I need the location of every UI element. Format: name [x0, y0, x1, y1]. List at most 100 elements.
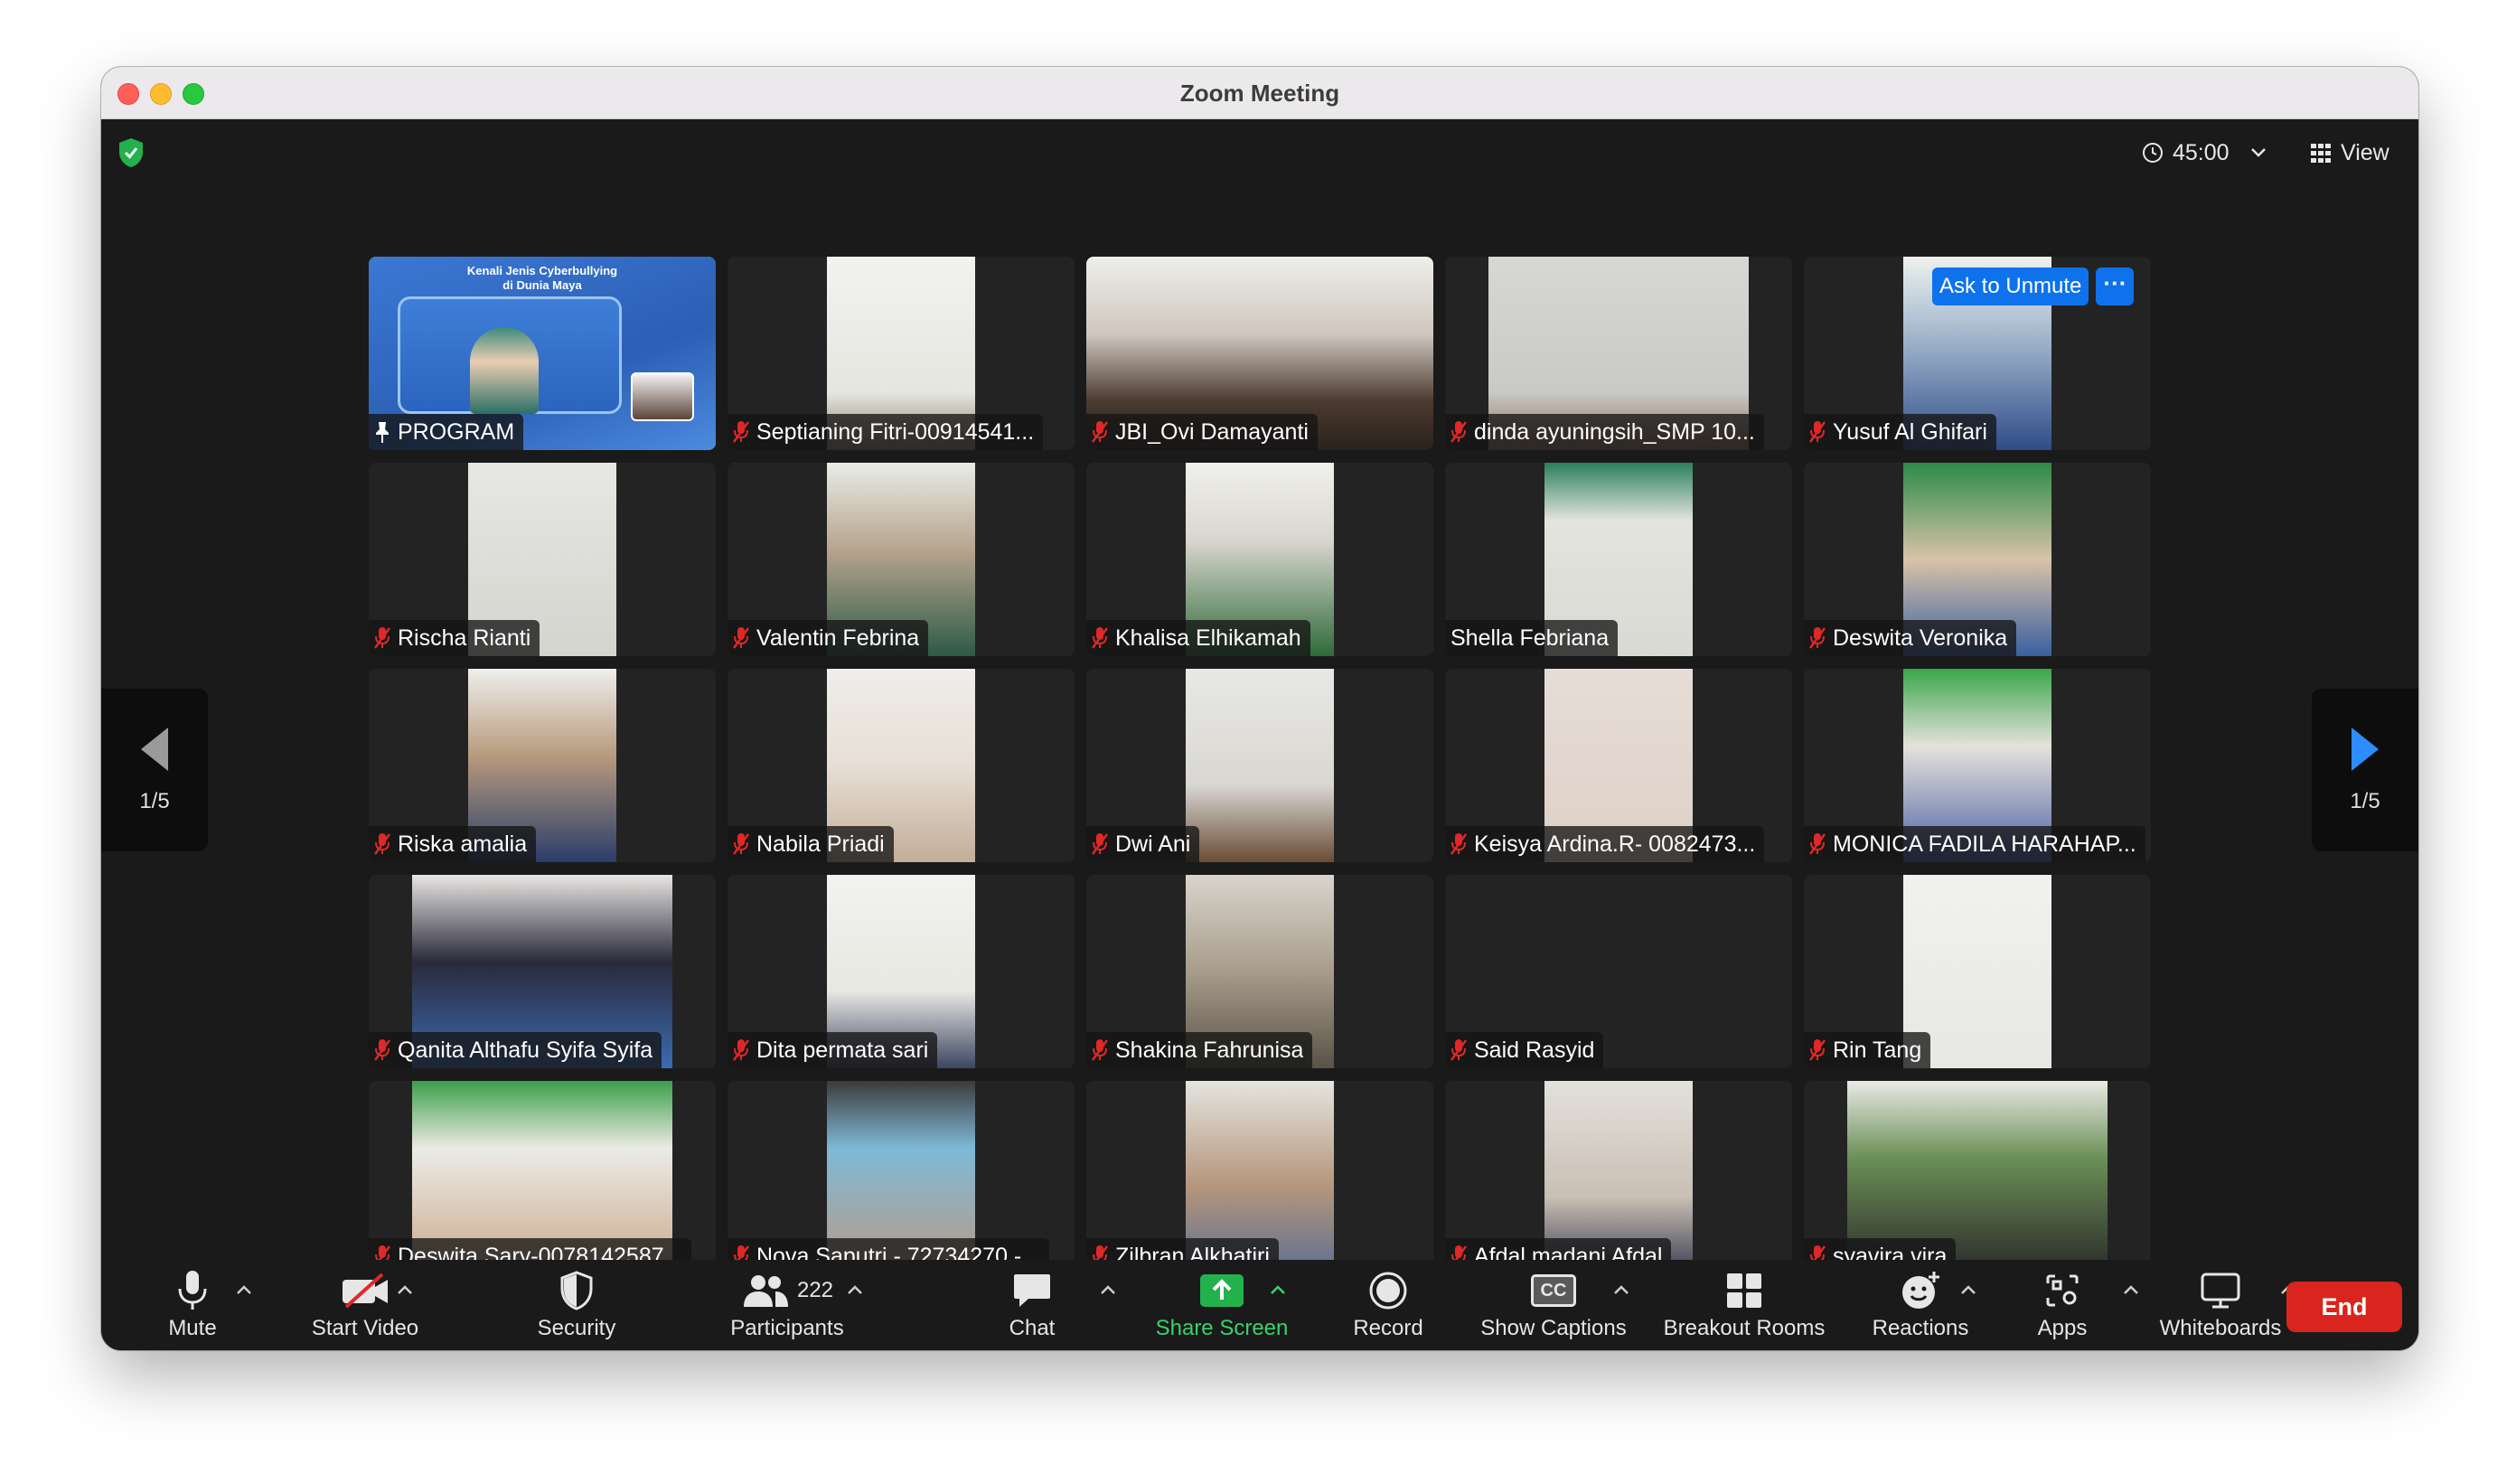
pin-icon [376, 422, 389, 443]
participant-tile[interactable]: Deswita Sary-0078142587... [369, 1081, 716, 1274]
participant-tile[interactable]: Septianing Fitri-00914541... [728, 257, 1075, 450]
start-video-button[interactable]: Start Video [278, 1267, 452, 1347]
apps-options-caret-icon[interactable] [2122, 1283, 2140, 1296]
participant-name-bar: Valentin Febrina [728, 620, 929, 656]
participant-name-bar: JBI_Ovi Damayanti [1086, 414, 1318, 450]
participant-name-bar: Nabila Priadi [728, 826, 894, 862]
encryption-shield-icon[interactable] [117, 137, 145, 168]
participant-name: Yusuf Al Ghifari [1833, 418, 1987, 445]
participant-tile[interactable]: Dwi Ani [1086, 669, 1433, 862]
mic-muted-icon [733, 1039, 749, 1061]
participant-tile[interactable]: MONICA FADILA HARAHAP... [1804, 669, 2151, 862]
chat-button[interactable]: Chat [990, 1267, 1074, 1347]
apps-button[interactable]: Apps [2017, 1267, 2108, 1347]
previous-page-button[interactable]: 1/5 [101, 689, 208, 851]
security-shield-icon [560, 1271, 593, 1310]
participant-tile[interactable]: Shella Febriana [1445, 463, 1792, 656]
arrow-right-icon [2352, 728, 2379, 771]
participant-tile[interactable]: Nova Saputri - 72734270 -... [728, 1081, 1075, 1274]
participant-tile[interactable]: Afdal madani Afdal [1445, 1081, 1792, 1274]
more-options-button[interactable]: ··· [2096, 268, 2135, 305]
participant-tile[interactable]: Qanita Althafu Syifa Syifa [369, 875, 716, 1068]
participant-tile[interactable]: dinda ayuningsih_SMP 10... [1445, 257, 1792, 450]
participant-name-bar: Dita permata sari [728, 1032, 938, 1068]
participant-name: Said Rasyid [1474, 1037, 1595, 1063]
participant-name: Shakina Fahrunisa [1115, 1037, 1304, 1063]
ask-to-unmute-button[interactable]: Ask to Unmute [1932, 268, 2089, 305]
mic-muted-icon [1809, 833, 1826, 855]
participant-tile[interactable]: Shakina Fahrunisa [1086, 875, 1433, 1068]
clock-icon [2143, 143, 2163, 163]
participant-tile[interactable]: Dita permata sari [728, 875, 1075, 1068]
participant-name: Dwi Ani [1115, 831, 1191, 857]
zoom-window: Zoom Meeting 45:00 View 1/5 1/5 Kenali J… [101, 67, 2418, 1350]
whiteboards-button[interactable]: Whiteboards [2145, 1267, 2295, 1347]
participant-tile[interactable]: Said Rasyid [1445, 875, 1792, 1068]
security-button[interactable]: Security [513, 1267, 640, 1347]
participant-tile[interactable]: Zilbran Alkhatiri [1086, 1081, 1433, 1274]
microphone-icon [178, 1271, 207, 1310]
captions-options-caret-icon[interactable] [1612, 1283, 1630, 1296]
show-captions-button[interactable]: CC Show Captions [1468, 1267, 1639, 1347]
participant-tile[interactable]: Deswita Veronika [1804, 463, 2151, 656]
participant-tile[interactable]: Rischa Rianti [369, 463, 716, 656]
participant-video [1186, 669, 1334, 862]
meeting-toolbar: Mute Start Video Security 222 Participan… [101, 1260, 2418, 1350]
participant-tile[interactable]: Rin Tang [1804, 875, 2151, 1068]
participant-name-bar: Septianing Fitri-00914541... [728, 414, 1044, 450]
participant-tile[interactable]: syavira vira [1804, 1081, 2151, 1274]
chat-bubble-icon [1014, 1274, 1050, 1307]
participant-tile[interactable]: Valentin Febrina [728, 463, 1075, 656]
next-page-button[interactable]: 1/5 [2312, 689, 2418, 851]
participant-name-bar: Deswita Veronika [1804, 620, 2017, 656]
share-options-caret-icon[interactable] [1269, 1283, 1287, 1296]
mic-muted-icon [1809, 421, 1826, 443]
participant-name: Valentin Febrina [756, 625, 920, 651]
video-options-caret-icon[interactable] [396, 1283, 414, 1296]
participant-name: Nabila Priadi [756, 831, 885, 857]
breakout-rooms-button[interactable]: Breakout Rooms [1648, 1267, 1840, 1347]
mic-muted-icon [1450, 1039, 1467, 1061]
meeting-area: 45:00 View 1/5 1/5 Kenali Jenis Cyberbul… [101, 119, 2418, 1321]
apps-icon [2046, 1274, 2079, 1307]
participant-name: Rin Tang [1833, 1037, 1922, 1063]
captions-cc-icon: CC [1531, 1274, 1576, 1307]
mic-muted-icon [374, 1039, 390, 1061]
record-button[interactable]: Record [1334, 1267, 1442, 1347]
share-screen-button[interactable]: Share Screen [1131, 1267, 1312, 1347]
participant-tile[interactable]: Khalisa Elhikamah [1086, 463, 1433, 656]
meeting-timer[interactable]: 45:00 [2142, 139, 2277, 166]
end-meeting-button[interactable]: End [2286, 1282, 2402, 1332]
mic-muted-icon [374, 627, 390, 649]
participant-tile[interactable]: JBI_Ovi Damayanti [1086, 257, 1433, 450]
participant-name-bar: Rin Tang [1804, 1032, 1931, 1068]
mic-muted-icon [1092, 833, 1108, 855]
chat-options-caret-icon[interactable] [1099, 1283, 1117, 1296]
participant-name: Khalisa Elhikamah [1115, 625, 1301, 651]
view-label: View [2341, 139, 2389, 165]
participant-tile[interactable]: Keisya Ardina.R- 0082473... [1445, 669, 1792, 862]
reactions-options-caret-icon[interactable] [1959, 1283, 1977, 1296]
grid-view-icon [2311, 144, 2331, 163]
participant-tile[interactable]: Nabila Priadi [728, 669, 1075, 862]
window-title: Zoom Meeting [1179, 80, 1340, 107]
participant-tile[interactable]: Riska amalia [369, 669, 716, 862]
participants-options-caret-icon[interactable] [846, 1283, 864, 1296]
mute-options-caret-icon[interactable] [235, 1283, 253, 1296]
participant-tile[interactable]: Kenali Jenis Cyberbullying di Dunia Maya P… [369, 257, 716, 450]
participant-tile[interactable]: Ask to Unmute ··· Yusuf Al Ghifari [1804, 257, 2151, 450]
mic-muted-icon [374, 833, 390, 855]
video-off-icon [343, 1273, 388, 1309]
reactions-button[interactable]: Reactions [1864, 1267, 1977, 1347]
slide-title-line2: di Dunia Maya [502, 278, 582, 292]
participant-name: dinda ayuningsih_SMP 10... [1474, 418, 1755, 445]
participant-name-bar: Qanita Althafu Syifa Syifa [369, 1032, 662, 1068]
share-screen-icon [1200, 1274, 1244, 1307]
participant-name: Deswita Veronika [1833, 625, 2008, 651]
mute-button[interactable]: Mute [145, 1267, 240, 1347]
participant-name-bar: Shella Febriana [1445, 620, 1619, 656]
participant-name: Keisya Ardina.R- 0082473... [1474, 831, 1756, 857]
participants-button[interactable]: 222 Participants [690, 1267, 884, 1347]
view-button[interactable]: View [2310, 139, 2389, 166]
participant-name: Dita permata sari [756, 1037, 929, 1063]
